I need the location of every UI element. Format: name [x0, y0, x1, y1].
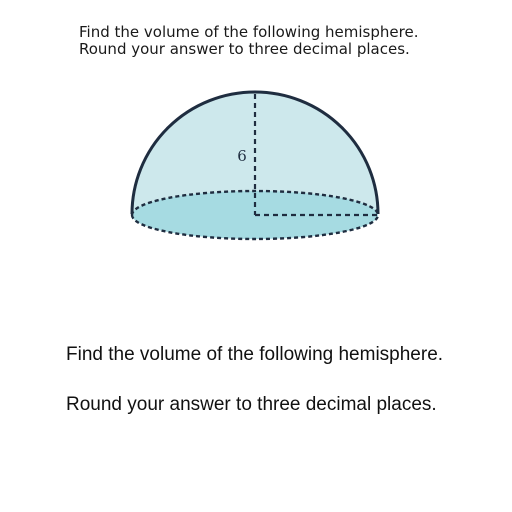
- question-line-2: Round your answer to three decimal place…: [66, 394, 437, 415]
- radius-label: 6: [237, 147, 247, 165]
- question-line-1: Find the volume of the following hemisph…: [66, 344, 444, 365]
- hemisphere-figure: 6: [130, 90, 380, 241]
